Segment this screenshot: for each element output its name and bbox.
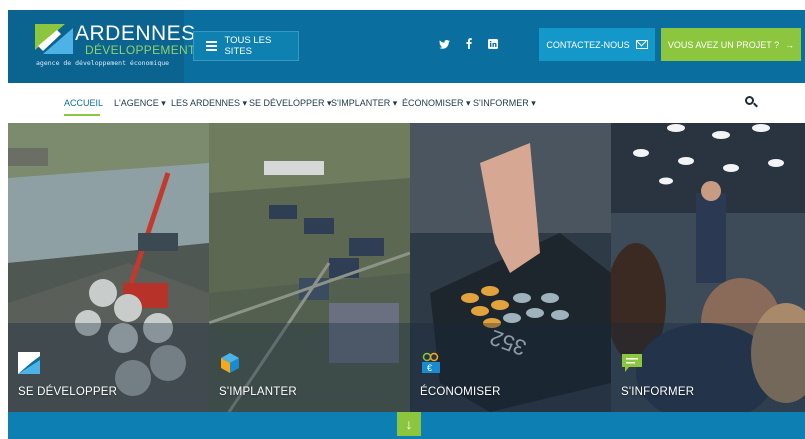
nav-active-underline	[64, 114, 100, 116]
panel-s-implanter[interactable]: S'IMPLANTER	[209, 123, 410, 412]
building-cube-icon	[221, 353, 239, 373]
arrow-down-icon: ↓	[405, 416, 413, 432]
nav-item-economiser[interactable]: ÉCONOMISER ▾	[402, 98, 471, 109]
search-icon[interactable]	[745, 96, 754, 105]
hamburger-icon	[206, 39, 218, 54]
contact-button[interactable]: CONTACTEZ-NOUS	[539, 28, 655, 61]
contact-label: CONTACTEZ-NOUS	[546, 39, 630, 50]
panel-label-s-informer: S'INFORMER	[621, 386, 695, 398]
all-sites-label: TOUS LES SITES	[224, 35, 272, 57]
panel-s-informer[interactable]: S'INFORMER	[611, 123, 805, 412]
svg-text:€: €	[427, 363, 432, 373]
chat-bubble-icon	[622, 354, 642, 372]
twitter-icon[interactable]	[439, 39, 450, 52]
project-button[interactable]: VOUS AVEZ UN PROJET ? →	[661, 28, 801, 61]
nav-item-accueil[interactable]: ACCUEIL	[64, 98, 103, 108]
logo-tagline: agence de développement économique	[36, 59, 170, 67]
nav-item-se-developper[interactable]: SE DÉVELOPPER ▾	[249, 98, 332, 109]
top-header: ARDENNES DÉVELOPPEMENT agence de dévelop…	[8, 10, 805, 83]
nav-item-s-informer[interactable]: S'INFORMER ▾	[473, 98, 536, 109]
panel-economiser[interactable]: 352 € ÉCONOMISER	[410, 123, 611, 412]
hero-panels: SE DÉVELOPPER S'IMPLANTER € ÉCONOMISER S…	[8, 123, 805, 412]
panel-se-developper[interactable]: SE DÉVELOPPER	[8, 123, 209, 412]
arrow-right-icon: →	[785, 39, 795, 50]
euro-coins-icon: €	[422, 352, 440, 373]
logo-title: ARDENNES	[75, 22, 196, 45]
nav-item-s-implanter[interactable]: S'IMPLANTER ▾	[331, 98, 397, 109]
logo-mark-icon	[35, 24, 73, 54]
panel-label-s-implanter: S'IMPLANTER	[219, 386, 297, 398]
project-label: VOUS AVEZ UN PROJET ?	[667, 39, 780, 50]
facebook-icon[interactable]	[466, 38, 472, 52]
nav-item-agence[interactable]: L'AGENCE ▾	[114, 98, 166, 109]
panel-label-economiser: ÉCONOMISER	[420, 386, 501, 398]
nav-item-ardennes[interactable]: LES ARDENNES ▾	[171, 98, 247, 109]
growth-chart-icon	[18, 352, 40, 374]
scroll-down-button[interactable]: ↓	[397, 412, 421, 436]
main-nav: ACCUEIL L'AGENCE ▾ LES ARDENNES ▾ SE DÉV…	[8, 83, 805, 123]
panel-label-se-developper: SE DÉVELOPPER	[18, 386, 118, 398]
linkedin-icon[interactable]	[488, 39, 498, 52]
logo-subtitle: DÉVELOPPEMENT	[85, 43, 196, 57]
page: ARDENNES DÉVELOPPEMENT agence de dévelop…	[8, 10, 805, 439]
mail-icon	[635, 40, 648, 49]
logo[interactable]: ARDENNES DÉVELOPPEMENT agence de dévelop…	[8, 10, 195, 83]
all-sites-button[interactable]: TOUS LES SITES	[193, 31, 299, 61]
